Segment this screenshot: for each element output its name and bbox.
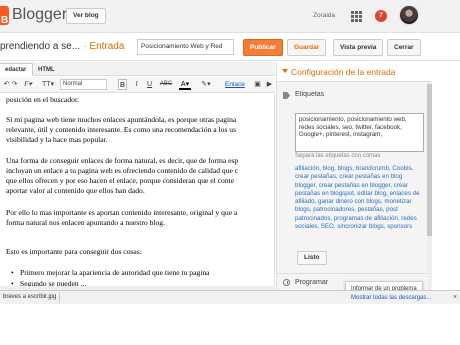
close-icon[interactable]: × xyxy=(453,292,457,303)
blogger-logo-icon[interactable]: B xyxy=(0,6,9,26)
view-blog-button[interactable]: Ver blog xyxy=(66,8,106,24)
done-button[interactable]: Listo xyxy=(297,251,327,265)
schedule-label: Programar xyxy=(295,279,329,286)
redo-icon[interactable]: ↷ xyxy=(11,79,18,90)
paragraph-line: Una forma de conseguir enlaces de forma … xyxy=(6,156,239,165)
bold-button[interactable]: B xyxy=(118,79,127,90)
insert-video-icon[interactable]: ▶ xyxy=(265,79,274,90)
paragraph-line: aportar valor al contenido que ellos han… xyxy=(6,186,145,195)
font-glyph: F xyxy=(24,80,29,88)
breadcrumb-separator: · xyxy=(83,41,87,52)
notifications-badge[interactable]: 7 xyxy=(375,10,387,22)
tab-compose[interactable]: edactar xyxy=(0,63,34,76)
paragraph-line: que ellos ofrecen y por eso hacen el enl… xyxy=(6,176,235,185)
insert-image-icon[interactable]: ▣ xyxy=(253,79,262,90)
paragraph-line: forma natural nos enlacen apuntando a nu… xyxy=(6,218,165,227)
post-title: prendiendo a se... xyxy=(0,41,81,52)
panel-scrollbar-thumb[interactable] xyxy=(427,84,432,236)
list-item: Primero mejorar la apariencia de autorid… xyxy=(11,268,274,278)
tab-html[interactable]: HTML xyxy=(31,63,62,76)
labels-input[interactable]: posicionamiento, posicionamiento web, re… xyxy=(295,113,424,152)
undo-icon[interactable]: ↶ xyxy=(3,79,10,90)
text-color-glyph: A xyxy=(180,81,186,88)
top-bar: B Blogger Ver blog Zoraida 7 xyxy=(0,0,460,33)
format-select[interactable]: Normal xyxy=(60,79,107,90)
font-size-button[interactable]: TT▾ xyxy=(41,79,55,90)
strikethrough-button[interactable]: ABC xyxy=(158,79,174,90)
paragraph-line: visibilidad y la hace mas popular. xyxy=(6,135,108,144)
tag-icon xyxy=(283,92,290,99)
app-title[interactable]: Blogger xyxy=(12,6,67,24)
save-button[interactable]: Guardar xyxy=(287,39,327,56)
underline-button[interactable]: U xyxy=(146,79,153,90)
downloads-bar: breves a escribir.jpg Mostrar todas las … xyxy=(0,290,460,304)
panel-scrollbar[interactable] xyxy=(427,82,432,290)
apps-grid-icon[interactable] xyxy=(351,11,362,22)
preview-button[interactable]: Vista previa xyxy=(333,39,384,56)
editor-toolbar: ↶ ↷ F▾ TT▾ Normal B I U ABC A▾ ✎▾ Enlace… xyxy=(0,77,275,93)
paragraph-line: posición en el buscador. xyxy=(6,95,79,104)
italic-button[interactable]: I xyxy=(133,79,140,90)
size-glyph: T xyxy=(41,81,47,88)
insert-link-button[interactable]: Enlace xyxy=(225,79,245,90)
post-title-bar: prendiendo a se... · Entrada Posicionamien… xyxy=(0,34,460,61)
label-suggestions[interactable]: afiliación, blog, blogs, brandcrumb, Coo… xyxy=(295,165,425,231)
user-name[interactable]: Zoraida xyxy=(313,12,335,19)
labels-hint: Separa las etiquetas con comas xyxy=(295,153,381,159)
paragraph-line: Si mi pagina web tiene muchos enlaces ap… xyxy=(6,115,237,124)
clock-icon xyxy=(283,279,290,286)
paragraph-line: Esto es importante para conseguir dos co… xyxy=(6,247,142,256)
post-section: Entrada xyxy=(89,41,125,52)
highlight-color-icon[interactable]: ✎▾ xyxy=(200,79,212,90)
avatar[interactable] xyxy=(399,5,419,25)
post-settings-header[interactable]: Configuración de la entrada xyxy=(277,62,431,82)
post-body-editor[interactable]: posición en el buscador. Si mi pagina we… xyxy=(0,94,275,290)
labels-heading: Etiquetas xyxy=(295,91,325,98)
post-title-input[interactable]: Posicionamiento Web y Red xyxy=(137,39,234,55)
paragraph-line: incluyan un enlace a tu pagina web es of… xyxy=(6,166,239,175)
post-settings-panel: Configuración de la entrada Etiquetas po… xyxy=(276,62,431,290)
editor-mode-tabs: edactar HTML xyxy=(0,62,275,76)
paragraph-line: Por ello lo mas importante es aportan co… xyxy=(6,208,238,217)
post-title-breadcrumb: prendiendo a se... · Entrada xyxy=(0,41,124,52)
download-item[interactable]: breves a escribir.jpg xyxy=(0,292,61,303)
font-family-button[interactable]: F▾ xyxy=(22,79,34,90)
labels-section-header[interactable]: Etiquetas xyxy=(277,90,425,102)
text-color-button[interactable]: A▾ xyxy=(179,79,191,90)
publish-button[interactable]: Publicar xyxy=(243,39,283,56)
paragraph-line: relevante, útil y contenido interesante.… xyxy=(6,125,237,134)
close-button[interactable]: Cerrar xyxy=(387,39,421,56)
post-settings-title: Configuración de la entrada xyxy=(291,67,396,77)
logo-letter: B xyxy=(1,15,9,26)
show-all-downloads-link[interactable]: Mostrar todas las descargas... xyxy=(351,293,431,303)
chevron-down-icon xyxy=(282,69,288,73)
